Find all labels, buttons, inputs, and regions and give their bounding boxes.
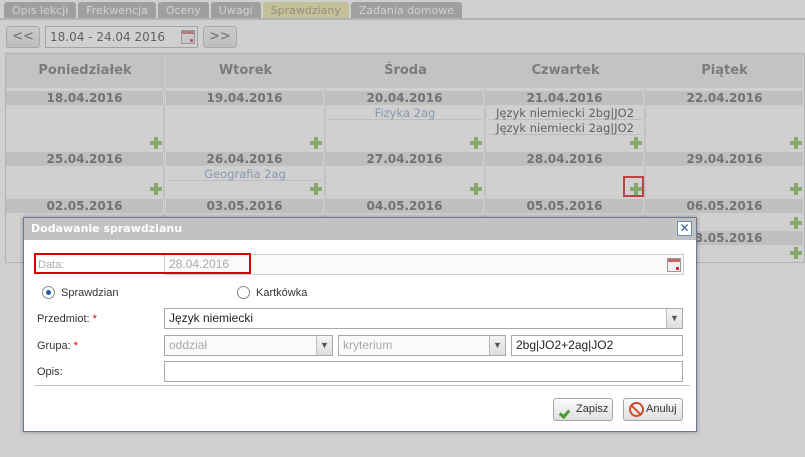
add-exam-dialog: Dodawanie sprawdzianu ✕ Data: 28.04.2016…: [23, 217, 697, 432]
save-button-label: Zapisz: [576, 403, 609, 415]
check-icon: [559, 402, 574, 417]
group-criterion-placeholder: kryterium: [343, 338, 393, 352]
dialog-divider: [34, 385, 690, 386]
save-button[interactable]: Zapisz: [553, 398, 613, 421]
chevron-down-icon[interactable]: ▼: [666, 309, 682, 328]
chevron-down-icon[interactable]: ▼: [489, 336, 505, 355]
cancel-icon: [629, 402, 644, 417]
dialog-title: Dodawanie sprawdzianu: [24, 218, 696, 240]
group-class-placeholder: oddział: [169, 338, 208, 352]
radio-kartkowka[interactable]: [237, 286, 250, 299]
dialog-body: Data: 28.04.2016 Sprawdzian Kartkówka Pr…: [28, 244, 692, 428]
subject-label: Przedmiot: *: [37, 313, 97, 325]
cancel-button[interactable]: Anuluj: [623, 398, 683, 421]
highlighted-date-field: [34, 253, 251, 274]
close-icon[interactable]: ✕: [677, 221, 692, 236]
group-value: 2bg|JO2+2ag|JO2: [516, 338, 614, 352]
subject-value: Język niemiecki: [169, 311, 254, 325]
calendar-icon[interactable]: [667, 258, 681, 272]
group-criterion-select[interactable]: kryterium ▼: [338, 335, 506, 356]
subject-select[interactable]: Język niemiecki ▼: [164, 308, 683, 329]
group-value-field[interactable]: 2bg|JO2+2ag|JO2: [511, 335, 683, 356]
group-class-select[interactable]: oddział ▼: [164, 335, 333, 356]
radio-sprawdzian-label: Sprawdzian: [61, 287, 119, 299]
description-label: Opis:: [37, 366, 63, 378]
group-label: Grupa: *: [37, 340, 78, 352]
radio-sprawdzian[interactable]: [42, 286, 55, 299]
description-field[interactable]: [164, 361, 683, 382]
chevron-down-icon[interactable]: ▼: [316, 336, 332, 355]
cancel-button-label: Anuluj: [646, 403, 677, 415]
radio-kartkowka-label: Kartkówka: [256, 287, 308, 299]
